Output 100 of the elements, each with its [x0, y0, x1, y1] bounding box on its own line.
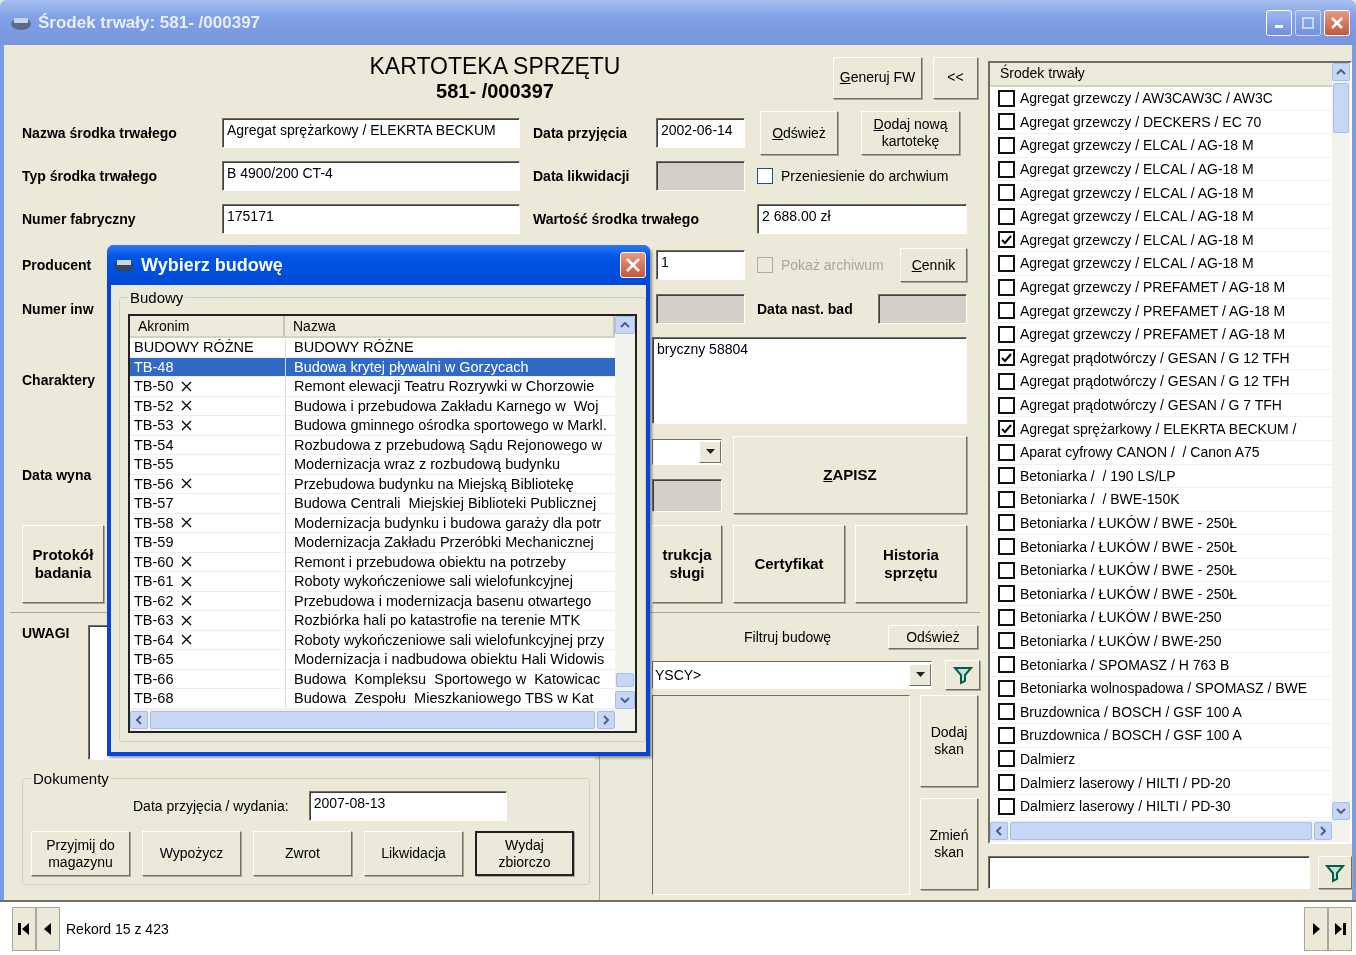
history-button[interactable]: Historia sprzętu: [855, 525, 967, 603]
certificate-button[interactable]: Certyfikat: [733, 525, 845, 603]
list-item[interactable]: Agregat grzewczy / PREFAMET / AG-18 M: [1020, 326, 1286, 343]
list-item[interactable]: Bruzdownica / BOSCH / GSF 100 A: [1020, 727, 1242, 744]
checkbox[interactable]: [998, 585, 1015, 603]
list-item[interactable]: Betoniarka / ŁUKÓW / BWE-250: [1020, 632, 1222, 649]
checkbox[interactable]: [998, 231, 1015, 249]
site-dropdown[interactable]: YSCY>: [652, 661, 932, 689]
previous-record-button[interactable]: [36, 906, 60, 951]
scroll-right-icon[interactable]: [1314, 822, 1332, 840]
checkbox[interactable]: [998, 443, 1015, 461]
list-item[interactable]: Betoniarka / / BWE-150K: [1020, 491, 1180, 508]
serial-field[interactable]: 175171: [222, 204, 520, 234]
list-item[interactable]: Agregat grzewczy / ELCAL / AG-18 M: [1020, 184, 1254, 201]
table-row[interactable]: TB-55 Modernizacja wraz z rozbudową budynku: [130, 455, 615, 475]
scrollbar[interactable]: [615, 316, 635, 709]
table-row[interactable]: TB-65 Modernizacja i nadbudowa obiektu Hali Widowis: [130, 650, 615, 670]
checkbox[interactable]: [998, 396, 1015, 414]
checkbox[interactable]: [998, 750, 1015, 768]
table-row[interactable]: TB-58 Modernizacja budynku i budowa garaży dla potr: [130, 513, 615, 533]
document-button[interactable]: Wydaj zbiorczo: [475, 831, 574, 876]
list-item[interactable]: Agregat grzewczy / PREFAMET / AG-18 M: [1020, 279, 1286, 296]
minimize-button[interactable]: [1266, 9, 1292, 36]
checkbox[interactable]: [998, 608, 1015, 626]
checkbox[interactable]: [998, 774, 1015, 791]
close-button[interactable]: [620, 252, 646, 278]
list-item[interactable]: Dalmierz laserowy / HILTI / PD-30: [1020, 798, 1231, 815]
list-item[interactable]: Dalmierz: [1020, 750, 1076, 767]
scroll-left-icon[interactable]: [990, 822, 1008, 840]
scroll-down-icon[interactable]: [1332, 802, 1350, 820]
horizontal-scrollbar[interactable]: [990, 820, 1350, 842]
dropdown-button[interactable]: [909, 664, 931, 686]
search-field[interactable]: [988, 856, 1310, 889]
list-item[interactable]: Agregat grzewczy / ELCAL / AG-18 M: [1020, 137, 1254, 154]
close-button[interactable]: [1324, 9, 1350, 36]
scroll-thumb[interactable]: [616, 672, 634, 687]
checkbox[interactable]: [998, 184, 1015, 202]
checkbox[interactable]: [998, 325, 1015, 343]
checkbox[interactable]: [998, 160, 1015, 178]
list-item[interactable]: Agregat sprężarkowy / ELEKRTA BECKUM /: [1020, 420, 1297, 437]
table-row[interactable]: TB-62 Przebudowa i modernizacja basenu otwartego: [130, 591, 615, 611]
type-field[interactable]: B 4900/200 CT-4: [222, 161, 520, 191]
list-item[interactable]: Aparat cyfrowy CANON / / Canon A75: [1020, 444, 1260, 461]
date-field[interactable]: 2002-06-14: [656, 118, 745, 148]
table-row[interactable]: TB-66 Budowa Kompleksu Sportowego w Katowicac: [130, 669, 615, 689]
table-row[interactable]: TB-60 Remont i przebudowa obiektu na potrzeby: [130, 552, 615, 572]
checkbox[interactable]: [998, 632, 1015, 650]
save-button[interactable]: ZAPISZ: [733, 436, 967, 514]
dropdown-field[interactable]: [652, 438, 722, 465]
table-row[interactable]: TB-54 Rozbudowa z przebudową Sądu Rejonowego w: [130, 435, 615, 455]
table-row[interactable]: BUDOWY RÓŻNE BUDOWY RÓŻNE: [130, 338, 615, 358]
table-row[interactable]: TB-50 Remont elewacji Teatru Rozrywki w Chorzowie: [130, 377, 615, 397]
checkbox[interactable]: [998, 113, 1015, 131]
table-row[interactable]: TB-68 Budowa Zespołu Mieszkaniowego TBS w Kat: [130, 689, 615, 709]
checkbox[interactable]: [998, 372, 1015, 390]
collapse-button[interactable]: <<: [933, 56, 978, 99]
list-item[interactable]: Betoniarka / ŁUKÓW / BWE - 250Ł: [1020, 585, 1238, 602]
checkbox[interactable]: [998, 349, 1015, 367]
table-row[interactable]: TB-61 Roboty wykończeniowe sali wielofunkcyjnej: [130, 572, 615, 592]
list-item[interactable]: Betoniarka / ŁUKÓW / BWE - 250Ł: [1020, 538, 1238, 555]
scroll-thumb[interactable]: [1010, 822, 1312, 840]
add-card-button[interactable]: Dodaj nową kartotekę: [861, 111, 960, 155]
scroll-thumb[interactable]: [1333, 83, 1349, 133]
document-button[interactable]: Zwrot: [253, 831, 352, 876]
scroll-thumb[interactable]: [150, 710, 595, 729]
checkbox[interactable]: [998, 278, 1015, 296]
scrollbar[interactable]: [1332, 63, 1350, 820]
table-row[interactable]: TB-59 Modernizacja Zakładu Przeróbki Mechanicznej: [130, 533, 615, 553]
value-field[interactable]: 2 688.00 zł: [757, 204, 967, 234]
list-item[interactable]: Agregat grzewczy / ELCAL / AG-18 M: [1020, 208, 1254, 225]
document-button[interactable]: Wypożycz: [142, 831, 241, 876]
description-field[interactable]: bryczny 58804: [652, 336, 967, 424]
list-item[interactable]: Agregat grzewczy / ELCAL / AG-18 M: [1020, 231, 1254, 248]
table-row[interactable]: TB-52 Budowa i przebudowa Zakładu Karnego w Woj: [130, 396, 615, 416]
filter-button[interactable]: [1318, 856, 1352, 889]
checkbox[interactable]: [998, 703, 1015, 721]
column-header[interactable]: Środek trwały: [990, 63, 1332, 87]
list-item[interactable]: Agregat prądotwórczy / GESAN / G 12 TFH: [1020, 349, 1290, 366]
list-item[interactable]: Agregat grzewczy / DECKERS / EC 70: [1020, 113, 1262, 130]
filter-button[interactable]: [945, 660, 980, 690]
list-item[interactable]: Betoniarka / ŁUKÓW / BWE - 250Ł: [1020, 562, 1238, 579]
checkbox[interactable]: [998, 656, 1015, 674]
next-record-button[interactable]: [1304, 906, 1328, 951]
list-item[interactable]: Agregat prądotwórczy / GESAN / G 7 TFH: [1020, 397, 1282, 413]
list-item[interactable]: Agregat grzewczy / ELCAL / AG-18 M: [1020, 161, 1254, 178]
checkbox[interactable]: [998, 490, 1015, 508]
checkbox[interactable]: [998, 538, 1015, 556]
table-row[interactable]: TB-48 Budowa krytej pływalni w Gorzycach: [130, 357, 615, 377]
scroll-left-icon[interactable]: [130, 710, 148, 729]
scroll-right-icon[interactable]: [597, 710, 615, 729]
table-row[interactable]: TB-64 Roboty wykończeniowe sali wielofunkcyjnej przy: [130, 630, 615, 650]
scan-button[interactable]: Dodaj skan: [920, 695, 978, 787]
checkbox[interactable]: [998, 514, 1015, 532]
first-record-button[interactable]: [12, 906, 36, 951]
list-item[interactable]: Agregat grzewczy / PREFAMET / AG-18 M: [1020, 302, 1286, 319]
price-list-button[interactable]: Cennik: [900, 248, 967, 282]
refresh-button[interactable]: Odśwież: [888, 625, 978, 649]
last-record-button[interactable]: [1328, 906, 1352, 951]
checkbox[interactable]: [998, 302, 1015, 320]
generate-button[interactable]: Generuj FW: [833, 56, 922, 99]
